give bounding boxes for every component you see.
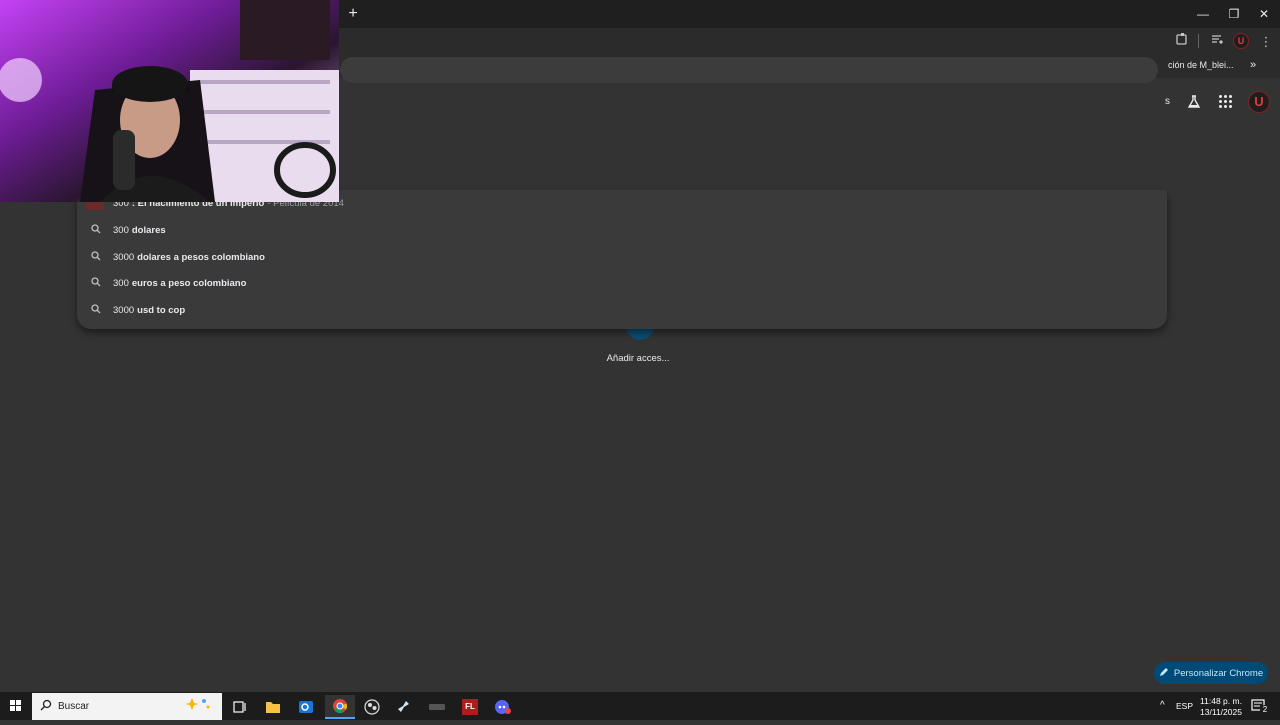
clock-date: 13/11/2025 bbox=[1200, 707, 1242, 717]
search-icon bbox=[86, 250, 106, 264]
address-bar[interactable] bbox=[340, 57, 1158, 83]
profile-avatar[interactable]: U bbox=[1233, 33, 1249, 49]
chevron-up-icon[interactable]: ^ bbox=[1160, 700, 1165, 711]
language-indicator[interactable]: ESP bbox=[1176, 701, 1193, 711]
close-window-button[interactable]: ✕ bbox=[1248, 0, 1280, 28]
suggestion-match: dolares bbox=[131, 224, 166, 236]
suggestion-prefix: 3000 bbox=[113, 251, 135, 263]
menu-icon[interactable]: ⋮ bbox=[1256, 32, 1276, 52]
start-button[interactable] bbox=[0, 692, 32, 720]
account-avatar[interactable]: U bbox=[1248, 91, 1270, 113]
add-shortcut-label[interactable]: Añadir acces... bbox=[560, 353, 716, 364]
webcam-overlay bbox=[0, 0, 339, 202]
minimize-button[interactable]: — bbox=[1187, 0, 1219, 28]
discord-icon[interactable] bbox=[490, 695, 516, 719]
search-icon bbox=[86, 276, 106, 290]
app-icon[interactable] bbox=[424, 695, 450, 719]
search-icon bbox=[86, 223, 106, 237]
suggestion-item[interactable]: 3000 usd to cop bbox=[86, 297, 686, 323]
clock[interactable]: 11:48 p. m. 13/11/2025 bbox=[1198, 696, 1244, 718]
pencil-icon bbox=[1159, 667, 1169, 680]
suggestion-match: euros a peso colombiano bbox=[131, 277, 247, 289]
labs-icon[interactable] bbox=[1186, 94, 1202, 110]
suggestion-item[interactable]: 3000 dolares a pesos colombiano bbox=[86, 244, 686, 270]
notification-count: 2 bbox=[1260, 705, 1270, 715]
clock-time: 11:48 p. m. bbox=[1200, 696, 1242, 706]
fl-studio-icon[interactable]: FL bbox=[457, 695, 483, 719]
suggestion-match: dolares a pesos colombiano bbox=[137, 251, 265, 263]
suggestion-prefix: 300 bbox=[113, 224, 129, 236]
steam-icon[interactable] bbox=[391, 695, 417, 719]
bookmarks-overflow-button[interactable]: » bbox=[1250, 59, 1256, 71]
suggestion-match: usd to cop bbox=[137, 304, 186, 316]
suggestion-prefix: 300 bbox=[113, 277, 129, 289]
file-explorer-icon[interactable] bbox=[260, 695, 286, 719]
taskbar-search-box[interactable]: Buscar bbox=[32, 693, 222, 720]
ntp-link-partial[interactable]: s bbox=[1165, 96, 1170, 107]
suggestion-prefix: 3000 bbox=[113, 304, 135, 316]
suggestion-item[interactable]: 300 euros a peso colombiano bbox=[86, 270, 686, 296]
task-view-icon[interactable] bbox=[227, 695, 253, 719]
chrome-icon[interactable] bbox=[325, 695, 355, 719]
outlook-icon[interactable] bbox=[293, 695, 319, 719]
obs-icon[interactable] bbox=[359, 695, 385, 719]
bookmark-item[interactable]: ción de M_blei... bbox=[1168, 60, 1234, 70]
search-icon bbox=[86, 303, 106, 317]
fl-studio-label: FL bbox=[462, 699, 478, 715]
extensions-icon[interactable] bbox=[1172, 32, 1192, 52]
suggestion-item[interactable]: 300 dolares bbox=[86, 217, 686, 243]
search-highlight-icon bbox=[182, 696, 214, 717]
google-apps-icon[interactable] bbox=[1219, 95, 1233, 109]
restore-button[interactable]: ❐ bbox=[1218, 0, 1250, 28]
search-icon bbox=[40, 698, 52, 716]
search-placeholder: Buscar bbox=[58, 701, 90, 712]
toolbar-divider bbox=[1198, 34, 1199, 48]
notification-center-icon[interactable]: 2 bbox=[1250, 698, 1270, 715]
customize-chrome-button[interactable]: Personalizar Chrome bbox=[1154, 662, 1268, 684]
customize-chrome-label: Personalizar Chrome bbox=[1173, 667, 1264, 679]
media-control-icon[interactable] bbox=[1207, 32, 1227, 52]
new-tab-button[interactable]: + bbox=[343, 5, 363, 23]
